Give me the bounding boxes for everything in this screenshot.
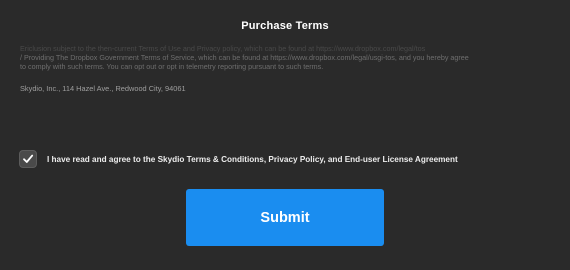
checkmark-icon (23, 154, 34, 163)
company-address: Skydio, Inc., 114 Hazel Ave., Redwood Ci… (20, 84, 186, 93)
terms-text-line: Ericlusion subject to the then-current T… (20, 44, 426, 53)
terms-text-line: to comply with such terms. You can opt o… (20, 62, 324, 71)
page-title: Purchase Terms (241, 20, 329, 32)
agree-checkbox[interactable] (19, 150, 37, 168)
agreement-row: I have read and agree to the Skydio Term… (19, 150, 458, 168)
submit-button[interactable]: Submit (186, 189, 384, 246)
agree-label[interactable]: I have read and agree to the Skydio Term… (47, 155, 458, 164)
terms-text-line: / Providing The Dropbox Government Terms… (20, 53, 469, 62)
terms-text-scroll[interactable]: Ericlusion subject to the then-current T… (20, 44, 548, 100)
purchase-terms-screen: Purchase Terms Ericlusion subject to the… (0, 0, 570, 270)
